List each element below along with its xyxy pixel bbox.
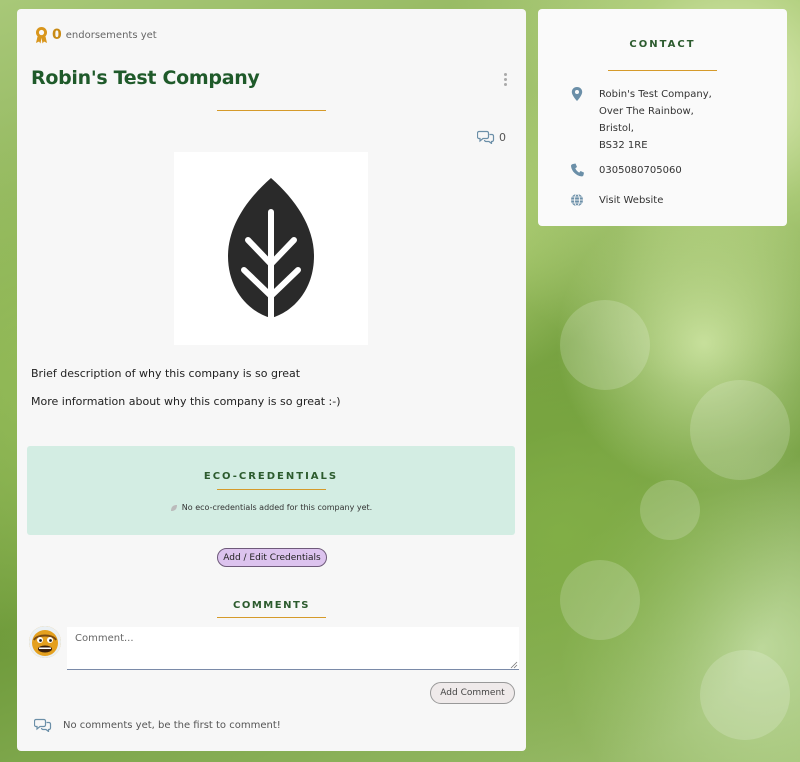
contact-title: CONTACT [629,39,696,50]
speech-bubbles-icon [34,718,52,732]
eco-credentials-divider [217,489,326,490]
no-comments-text: No comments yet, be the first to comment… [63,719,281,731]
company-logo [174,152,368,345]
contact-card: CONTACT Robin's Test Company, Over The R… [538,9,787,226]
endorsement-label: endorsements yet [65,29,157,41]
phone-number: 0305080705060 [599,165,682,176]
address-line: BS32 1RE [599,140,648,151]
background-bokeh [700,650,790,740]
award-icon [36,27,47,44]
eco-credentials-empty-text: No eco-credentials added for this compan… [181,503,373,512]
globe-icon [571,193,583,207]
background-bokeh [640,480,700,540]
eco-credentials-title: ECO-CREDENTIALS [203,471,339,482]
comments-title: COMMENTS [233,600,310,611]
no-comments-message: No comments yet, be the first to comment… [34,718,281,732]
contact-phone[interactable]: 0305080705060 [570,162,682,179]
add-edit-credentials-button[interactable]: Add / Edit Credentials [217,548,327,567]
eco-credentials-panel: ECO-CREDENTIALS No eco-credentials added… [27,446,515,535]
avatar [29,626,61,658]
contact-address: Robin's Test Company, Over The Rainbow, … [570,86,712,154]
endorsements-summary: 0 endorsements yet [34,26,157,44]
comment-input[interactable] [67,627,519,670]
speech-bubbles-icon [477,130,495,144]
comments-divider [217,617,326,618]
eco-credentials-empty-message: No eco-credentials added for this compan… [27,503,515,512]
leaf-small-icon [170,504,177,511]
comment-count: 0 [499,130,506,144]
company-brief-description: Brief description of why this company is… [31,367,301,380]
map-pin-icon [571,87,583,101]
contact-website[interactable]: Visit Website [570,192,663,209]
address-line: Bristol, [599,123,634,134]
avatar-image [29,626,61,658]
company-more-information: More information about why this company … [31,395,341,408]
add-comment-button[interactable]: Add Comment [430,682,515,704]
company-name: Robin's Test Company [31,67,260,89]
background-bokeh [690,380,790,480]
kebab-menu-icon[interactable] [502,73,508,87]
visit-website-link[interactable]: Visit Website [599,192,663,209]
address-line: Robin's Test Company, [599,89,712,100]
title-divider [217,110,326,111]
phone-icon [570,163,584,177]
leaf-icon [228,178,314,325]
comment-count-link[interactable]: 0 [477,130,506,144]
endorsement-count: 0 [52,27,62,43]
background-bokeh [560,300,650,390]
address-line: Over The Rainbow, [599,106,694,117]
contact-divider [608,70,717,71]
background-bokeh [560,560,640,640]
resize-handle-icon[interactable] [510,661,518,669]
company-card: 0 endorsements yet Robin's Test Company … [17,9,526,751]
